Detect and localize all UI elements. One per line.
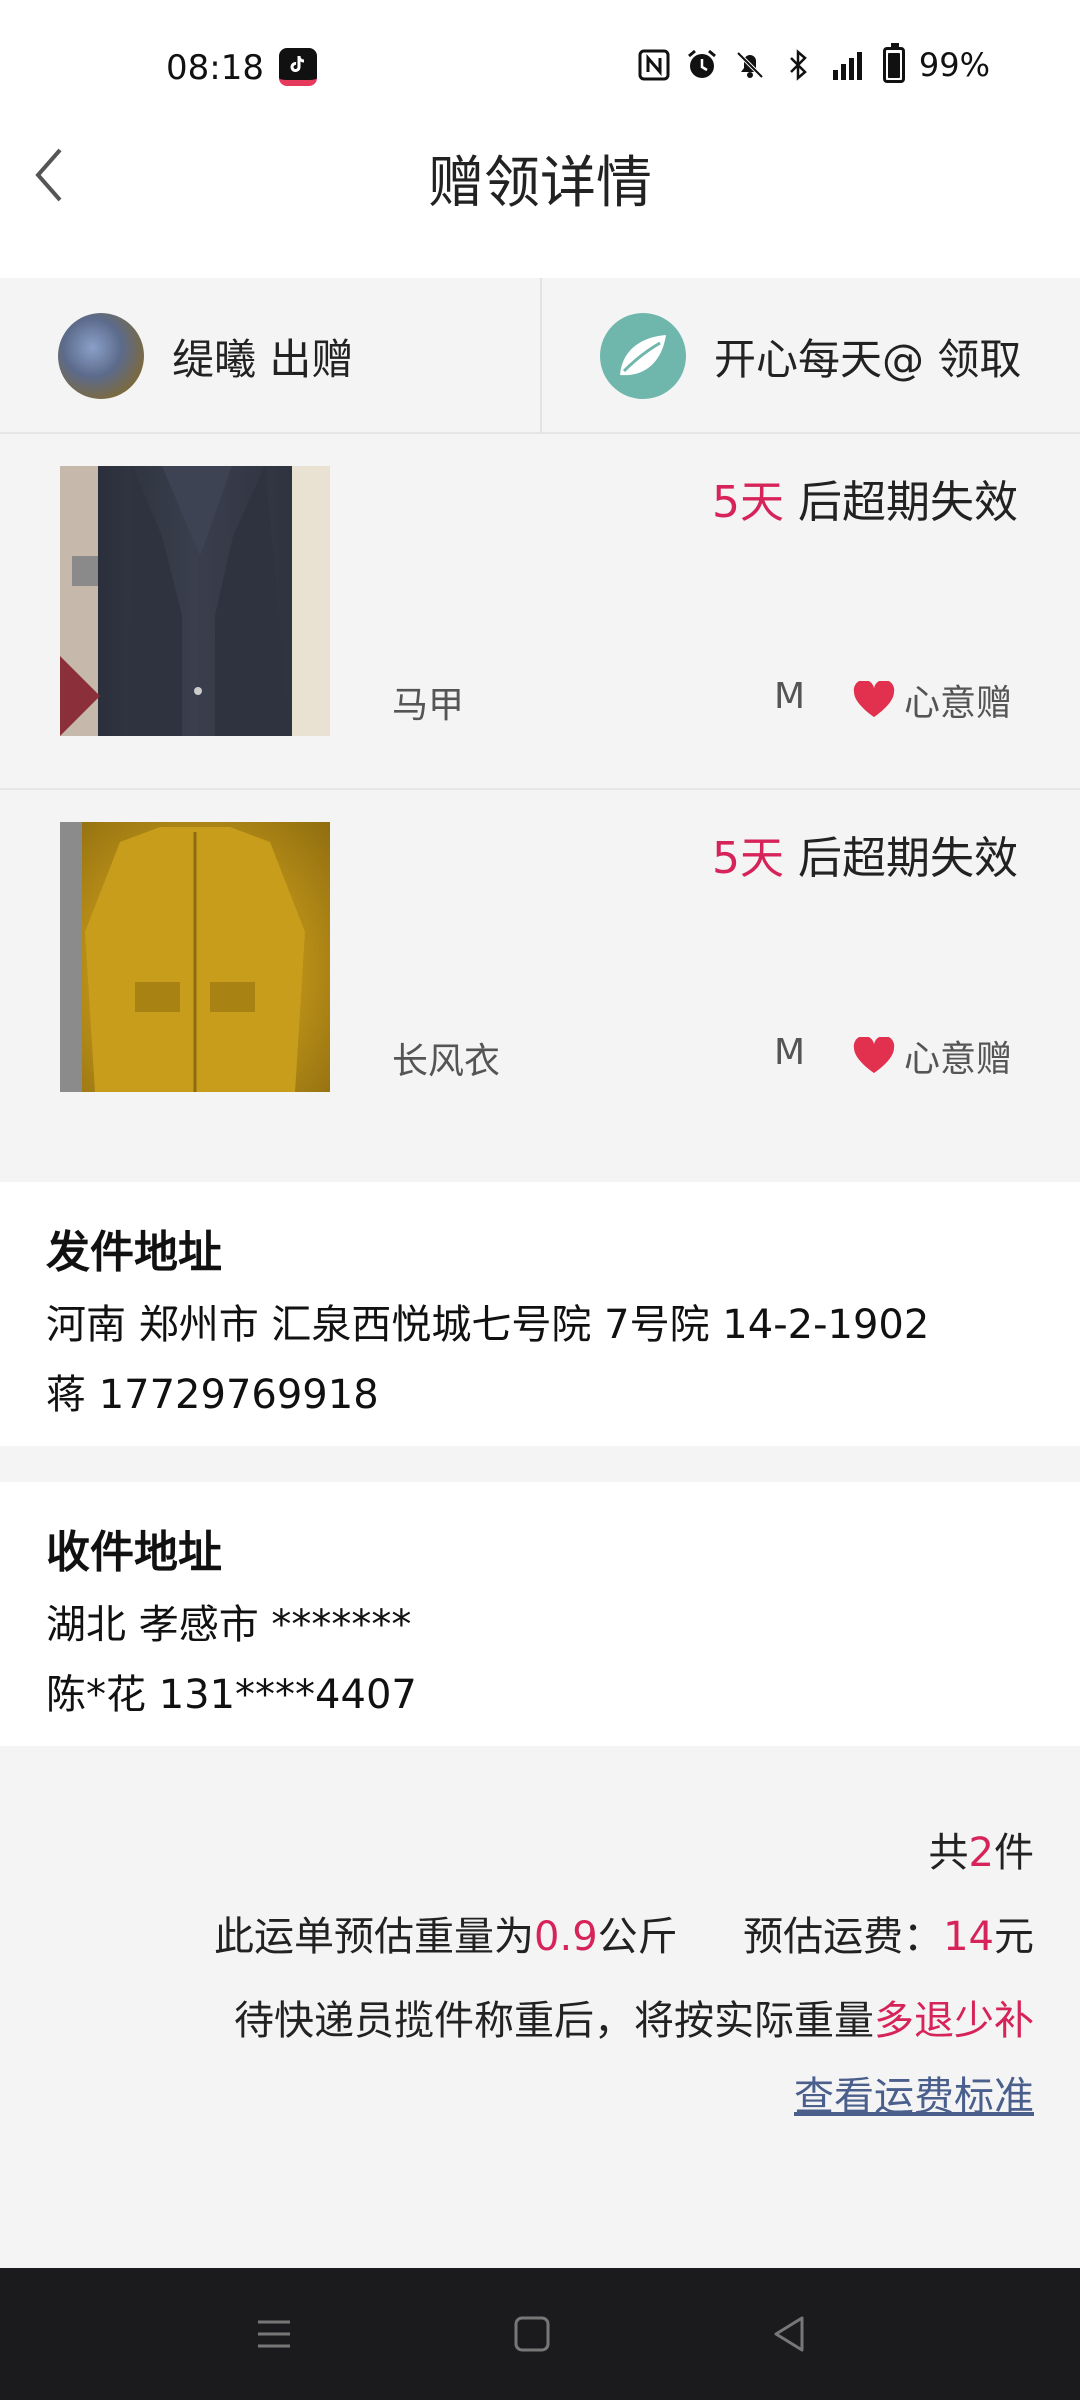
tiktok-icon [279,48,317,86]
fee-prefix: 预估运费： [743,1914,944,1960]
expire-notice: 5天 后超期失效 [712,466,1018,530]
heart-icon [853,681,895,717]
recv-address-text: 湖北 孝感市 ******* [46,1602,412,1648]
status-icons: 99% [637,43,990,84]
note-prefix: 待快递员揽件称重后，将按实际重量 [234,1998,874,2044]
heart-icon [853,1037,895,1073]
receiver-label: 开心每天@ 领取 [714,334,1022,384]
recv-address-title: 收件地址 [46,1527,222,1578]
bluetooth-icon [789,49,807,81]
parties-bar: 缇曦 出赠 开心每天@ 领取 [0,278,1080,434]
expire-suffix: 后超期失效 [784,833,1018,884]
fee-value: 14 [943,1914,994,1960]
send-contact: 蒋 17729769918 [46,1372,379,1418]
battery-icon [882,43,905,83]
list-item[interactable]: 5天 后超期失效 长风衣 M 心意赠 [0,792,1080,1146]
signal-4g-icon [832,52,862,80]
note-highlight: 多退少补 [874,1998,1034,2044]
giver-profile[interactable]: 缇曦 出赠 [58,278,353,434]
fee-standard-link[interactable]: 查看运费标准 [794,2064,1034,2122]
system-nav-bar [0,2268,1080,2400]
fee-unit: 元 [994,1914,1034,1960]
status-bar: 08:18 99% [0,0,1080,140]
gift-tag-label: 心意赠 [904,683,1013,724]
recv-address-section: 收件地址 湖北 孝感市 ******* 陈*花 131****4407 [0,1482,1080,1746]
receiver-avatar [600,313,686,399]
expire-days: 5天 [712,833,784,884]
count-suffix: 件 [994,1830,1034,1876]
expire-notice: 5天 后超期失效 [712,822,1018,886]
alarm-icon [687,49,716,78]
menu-icon[interactable] [250,2310,298,2358]
receiver-profile[interactable]: 开心每天@ 领取 [600,278,1021,434]
count-value: 2 [968,1830,994,1876]
weight-unit: 公斤 [597,1914,678,1960]
send-address-text: 河南 郑州市 汇泉西悦城七号院 7号院 14-2-1902 [46,1302,930,1348]
weight-value: 0.9 [534,1914,598,1960]
item-name: 长风衣 [392,1041,501,1082]
item-size: M [774,1032,806,1073]
gift-tag-label: 心意赠 [904,1039,1013,1080]
weight-fee-line: 此运单预估重量为0.9公斤 预估运费：14元 [34,1904,1034,1962]
battery-level: 99% [918,46,990,84]
nfc-icon [638,49,670,81]
giver-avatar [58,313,144,399]
send-address-title: 发件地址 [46,1227,222,1278]
home-icon[interactable] [508,2310,556,2358]
expire-suffix: 后超期失效 [784,477,1018,528]
item-name: 马甲 [392,685,465,726]
mute-icon [736,51,764,79]
back-icon[interactable] [766,2310,814,2358]
refund-note: 待快递员揽件称重后，将按实际重量多退少补 [34,1988,1034,2046]
count-prefix: 共 [928,1830,969,1876]
gift-tag: 心意赠 [852,1030,1012,1082]
divider [540,278,542,434]
item-count: 共2件 [34,1820,1034,1878]
send-address-section: 发件地址 河南 郑州市 汇泉西悦城七号院 7号院 14-2-1902 蒋 177… [0,1182,1080,1446]
page-title: 赠领详情 [428,151,652,216]
shipping-summary: 共2件 此运单预估重量为0.9公斤 预估运费：14元 待快递员揽件称重后，将按实… [34,1820,1034,2072]
leaf-icon [620,335,666,376]
status-time: 08:18 [166,48,264,88]
expire-days: 5天 [712,477,784,528]
recv-contact: 陈*花 131****4407 [46,1672,417,1718]
giver-label: 缇曦 出赠 [172,334,354,384]
weight-prefix: 此运单预估重量为 [214,1914,535,1960]
item-image [60,822,330,1092]
gift-tag: 心意赠 [852,674,1012,726]
list-item[interactable]: 5天 后超期失效 马甲 M 心意赠 [0,436,1080,790]
item-size: M [774,676,806,717]
item-image [60,466,330,736]
